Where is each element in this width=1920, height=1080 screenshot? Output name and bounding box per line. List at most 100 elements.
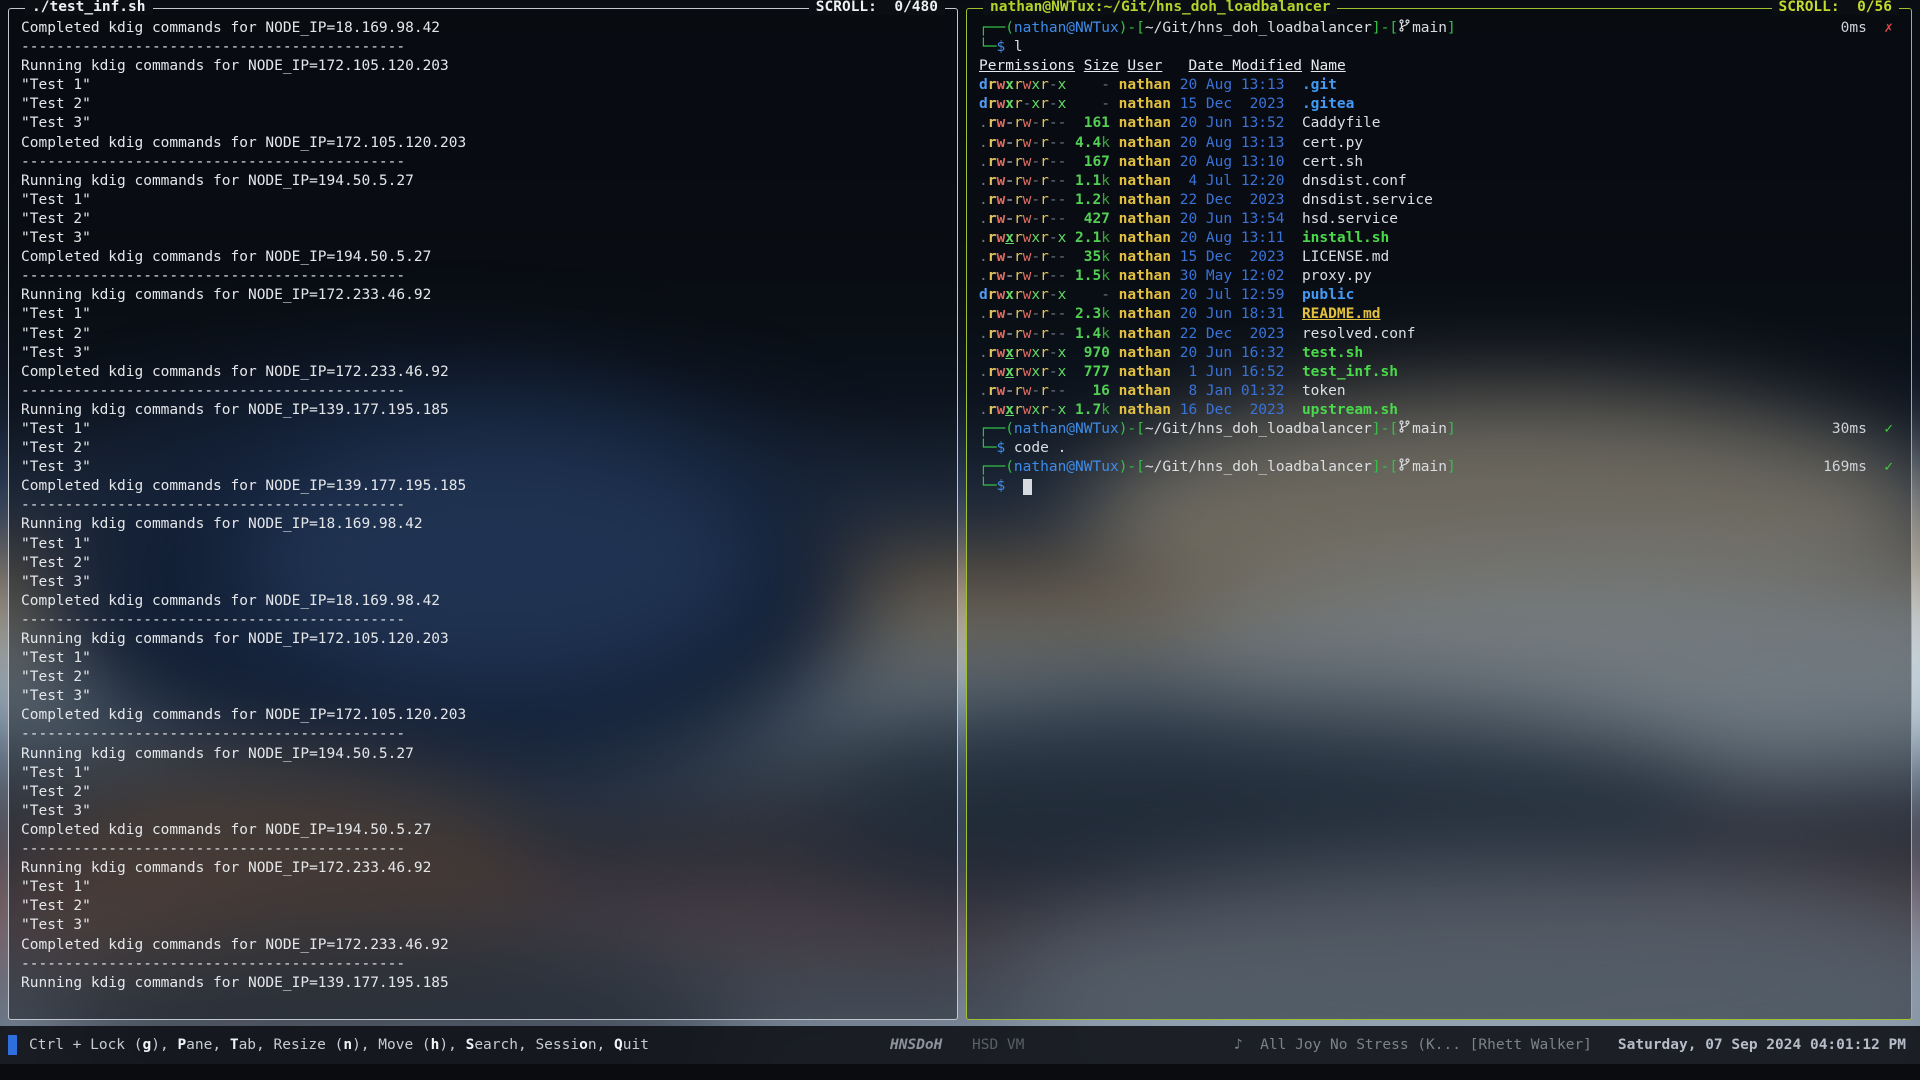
terminal-output-line: Completed kdig commands for NODE_IP=194.… bbox=[21, 248, 945, 267]
git-branch-icon bbox=[1399, 19, 1410, 38]
file-row: .rw-rw-r--35knathan15 Dec 2023LICENSE.md bbox=[979, 248, 1899, 267]
file-date: 20 Jun 18:31 bbox=[1180, 305, 1285, 324]
prompt-git-branch: main bbox=[1412, 19, 1447, 38]
terminal-output-line: "Test 1" bbox=[21, 305, 945, 324]
file-owner: nathan bbox=[1119, 114, 1171, 133]
file-name: dnsdist.service bbox=[1302, 191, 1433, 210]
file-owner: nathan bbox=[1119, 134, 1171, 153]
prompt-line: ┌──(nathan@NWTux)-[~/Git/hns_doh_loadbal… bbox=[979, 458, 1899, 477]
terminal-output-line: Running kdig commands for NODE_IP=139.17… bbox=[21, 401, 945, 420]
keybind-text: uit bbox=[623, 1037, 649, 1053]
file-name: token bbox=[1302, 382, 1346, 401]
terminal-output-line: "Test 3" bbox=[21, 573, 945, 592]
keybind-text: Sessi bbox=[535, 1037, 579, 1053]
git-branch-icon bbox=[1399, 420, 1410, 439]
status-cursor-block bbox=[8, 1035, 17, 1055]
prompt-git-branch: main bbox=[1412, 458, 1447, 477]
file-permissions: .rwxrwxr-x bbox=[979, 229, 1075, 248]
status-bar: Ctrl + Lock (g), Pane, Tab, Resize (n), … bbox=[0, 1026, 1920, 1064]
file-name: .gitea bbox=[1302, 95, 1354, 114]
file-owner: nathan bbox=[1119, 267, 1171, 286]
terminal-output-line: Completed kdig commands for NODE_IP=172.… bbox=[21, 706, 945, 725]
file-permissions: drwxrwxr-x bbox=[979, 76, 1075, 95]
file-permissions: .rwxrwxr-x bbox=[979, 344, 1075, 363]
file-permissions: .rw-rw-r-- bbox=[979, 172, 1075, 191]
file-name: resolved.conf bbox=[1302, 325, 1416, 344]
file-owner: nathan bbox=[1119, 210, 1171, 229]
left-pane-content: Completed kdig commands for NODE_IP=18.1… bbox=[9, 9, 957, 1019]
keybind-text: ab, bbox=[239, 1037, 274, 1053]
prompt-command-line: └─$ l bbox=[979, 38, 1899, 57]
file-name: install.sh bbox=[1302, 229, 1389, 248]
terminal-output-line: "Test 1" bbox=[21, 76, 945, 95]
file-owner: nathan bbox=[1119, 305, 1171, 324]
file-date: 22 Dec 2023 bbox=[1180, 325, 1285, 344]
terminal-output-line: Completed kdig commands for NODE_IP=172.… bbox=[21, 936, 945, 955]
keybind-text: Lock ( bbox=[90, 1037, 142, 1053]
pane-shell[interactable]: nathan@NWTux:~/Git/hns_doh_loadbalancer … bbox=[966, 8, 1912, 1020]
file-size: 970 bbox=[1075, 344, 1110, 363]
terminal-output-line: "Test 1" bbox=[21, 420, 945, 439]
file-name: cert.sh bbox=[1302, 153, 1363, 172]
prompt-user-host: nathan@NWTux bbox=[1014, 458, 1119, 477]
success-check-icon: ✓ bbox=[1884, 421, 1893, 437]
terminal-output-line: ----------------------------------------… bbox=[21, 611, 945, 630]
file-size: 4.4k bbox=[1075, 134, 1110, 153]
file-name: hsd.service bbox=[1302, 210, 1398, 229]
file-date: 4 Jul 12:20 bbox=[1180, 172, 1285, 191]
file-permissions: .rw-rw-r-- bbox=[979, 325, 1075, 344]
file-owner: nathan bbox=[1119, 95, 1171, 114]
terminal-output-line: ----------------------------------------… bbox=[21, 840, 945, 859]
keybind-text: ane, bbox=[186, 1037, 230, 1053]
terminal-output-line: ----------------------------------------… bbox=[21, 955, 945, 974]
file-owner: nathan bbox=[1119, 191, 1171, 210]
file-row: .rw-rw-r--4.4k nathan 20 Aug 13:13 cert.py bbox=[979, 134, 1899, 153]
terminal-output-line: "Test 3" bbox=[21, 344, 945, 363]
file-owner: nathan bbox=[1119, 325, 1171, 344]
file-name: cert.py bbox=[1302, 134, 1363, 153]
file-size: 777 bbox=[1075, 363, 1110, 382]
file-owner: nathan bbox=[1119, 286, 1171, 305]
file-size: 427 bbox=[1075, 210, 1110, 229]
file-date: 20 Jul 12:59 bbox=[1180, 286, 1285, 305]
terminal-output-line: Running kdig commands for NODE_IP=139.17… bbox=[21, 974, 945, 993]
terminal-output-line: Completed kdig commands for NODE_IP=18.1… bbox=[21, 592, 945, 611]
terminal-output-line: ----------------------------------------… bbox=[21, 496, 945, 515]
keybind-key: T bbox=[230, 1037, 239, 1053]
file-size: 1.4k bbox=[1075, 325, 1110, 344]
file-owner: nathan bbox=[1119, 382, 1171, 401]
terminal-output-line: Running kdig commands for NODE_IP=194.50… bbox=[21, 745, 945, 764]
file-permissions: .rw-rw-r-- bbox=[979, 191, 1075, 210]
terminal-output-line: "Test 1" bbox=[21, 535, 945, 554]
file-size: 1.5k bbox=[1075, 267, 1110, 286]
file-owner: nathan bbox=[1119, 248, 1171, 267]
file-row: .rwxrwxr-x1.7knathan16 Dec 2023upstream.… bbox=[979, 401, 1899, 420]
command-status: 30ms✓ bbox=[1832, 420, 1899, 439]
file-owner: nathan bbox=[1119, 344, 1171, 363]
file-permissions: .rw-rw-r-- bbox=[979, 153, 1075, 172]
terminal-output-line: Completed kdig commands for NODE_IP=18.1… bbox=[21, 19, 945, 38]
file-size: - bbox=[1075, 95, 1110, 114]
terminal-output-line: "Test 2" bbox=[21, 210, 945, 229]
command-text: code . bbox=[1005, 439, 1066, 458]
file-size: 1.7k bbox=[1075, 401, 1110, 420]
file-name: dnsdist.conf bbox=[1302, 172, 1407, 191]
bottom-strip bbox=[0, 1064, 1920, 1080]
file-permissions: drwxrwxr-x bbox=[979, 286, 1075, 305]
file-date: 20 Jun 13:54 bbox=[1180, 210, 1285, 229]
header-size: Size bbox=[1084, 57, 1119, 76]
git-branch-icon bbox=[1399, 458, 1410, 477]
file-date: 20 Aug 13:13 bbox=[1180, 134, 1285, 153]
clock: Saturday, 07 Sep 2024 04:01:12 PM bbox=[1618, 1037, 1906, 1053]
status-bar-right: ♪ All Joy No Stress (K... [Rhett Walker]… bbox=[1234, 1037, 1906, 1053]
terminal-output-line: "Test 2" bbox=[21, 554, 945, 573]
file-size: - bbox=[1075, 76, 1110, 95]
file-permissions: .rw-rw-r-- bbox=[979, 305, 1075, 324]
command-duration: 169ms bbox=[1823, 459, 1867, 475]
music-note-icon: ♪ bbox=[1234, 1037, 1243, 1053]
prompt-path: ~/Git/hns_doh_loadbalancer bbox=[1145, 420, 1372, 439]
success-check-icon: ✓ bbox=[1884, 459, 1893, 475]
pane-test-script[interactable]: ./test_inf.sh SCROLL: 0/480 Completed kd… bbox=[8, 8, 958, 1020]
file-name: proxy.py bbox=[1302, 267, 1372, 286]
file-permissions: .rw-rw-r-- bbox=[979, 134, 1075, 153]
